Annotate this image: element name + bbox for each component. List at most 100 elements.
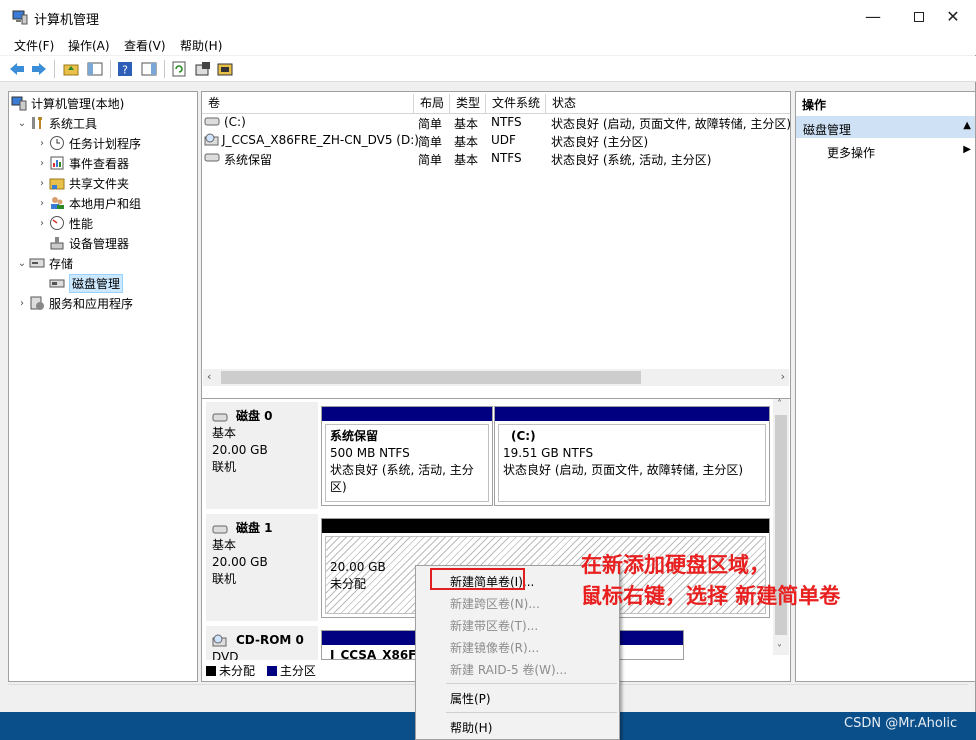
chevron-right-icon[interactable]: ›	[35, 198, 49, 209]
menu-file[interactable]: 文件(F)	[14, 37, 54, 54]
chevron-right-icon[interactable]: ›	[35, 218, 49, 229]
tree-item-shared-folders[interactable]: › 共享文件夹	[35, 174, 129, 192]
refresh-button[interactable]	[170, 60, 188, 78]
tree-item-disk-management[interactable]: 磁盘管理	[49, 273, 124, 293]
menu-item-properties[interactable]: 属性(P)	[450, 690, 491, 707]
primary-partition-bar	[495, 407, 769, 421]
table-row[interactable]: 系统保留 简单 基本 NTFS 状态良好 (系统, 活动, 主分区)	[202, 149, 790, 167]
disk-icon	[212, 413, 228, 421]
cdrom-label[interactable]: CD-ROM 0 DVD	[206, 626, 318, 660]
show-hide-tree-button[interactable]	[86, 60, 104, 78]
help-button[interactable]: ?	[116, 60, 134, 78]
console-tree: 计算机管理(本地) ⌄ 系统工具 › 任务计划程序 › 事件查看器 › 共享文件…	[8, 91, 198, 682]
toolbar: ?	[0, 56, 976, 82]
disk-icon	[212, 525, 228, 533]
folder-up-icon	[63, 64, 79, 76]
chevron-right-icon[interactable]: ›	[35, 138, 49, 149]
disk-management-icon	[49, 275, 65, 291]
more-actions[interactable]: 更多操作	[827, 144, 875, 161]
clock-icon	[49, 135, 65, 151]
unallocated-swatch	[206, 666, 216, 676]
console-tree-icon	[87, 62, 103, 76]
users-icon	[49, 195, 65, 211]
tree-item-services-apps[interactable]: › 服务和应用程序	[15, 294, 133, 312]
annotation-text: 在新添加硬盘区域， 鼠标右键，选择 新建简单卷	[581, 553, 841, 608]
computer-management-icon	[12, 10, 28, 25]
tools-icon	[29, 115, 45, 131]
menu-help[interactable]: 帮助(H)	[180, 37, 222, 54]
tree-item-local-users[interactable]: › 本地用户和组	[35, 194, 141, 212]
disk-view-button[interactable]	[216, 60, 234, 78]
col-header-filesystem[interactable]: 文件系统	[486, 94, 546, 114]
tree-item-event-viewer[interactable]: › 事件查看器	[35, 154, 129, 172]
submenu-arrow-icon: ▶	[963, 144, 971, 155]
dvd-icon	[212, 634, 227, 646]
computer-icon	[11, 95, 27, 111]
tree-item-task-scheduler[interactable]: › 任务计划程序	[35, 134, 141, 152]
drive-icon	[204, 115, 220, 130]
show-action-pane-button[interactable]	[140, 60, 158, 78]
scroll-down-icon[interactable]: ˅	[777, 644, 782, 655]
forward-button[interactable]	[30, 60, 48, 78]
up-folder-button[interactable]	[62, 60, 80, 78]
scroll-right-icon[interactable]: ›	[781, 370, 785, 383]
watermark: CSDN @Mr.Aholic	[844, 716, 958, 731]
col-header-type[interactable]: 类型	[450, 94, 486, 114]
actions-title: 操作	[802, 98, 827, 112]
tree-item-device-manager[interactable]: 设备管理器	[49, 234, 129, 252]
chevron-right-icon[interactable]: ›	[15, 298, 29, 309]
action-pane-icon	[141, 62, 157, 76]
table-row[interactable]: J_CCSA_X86FRE_ZH-CN_DV5 (D:) 简单 基本 UDF 状…	[202, 131, 790, 149]
highlight-box	[430, 568, 525, 590]
menu-action[interactable]: 操作(A)	[68, 37, 110, 54]
tree-item-performance[interactable]: › 性能	[35, 214, 93, 232]
chevron-right-icon[interactable]: ›	[35, 178, 49, 189]
menu-item-help[interactable]: 帮助(H)	[450, 719, 492, 736]
chevron-down-icon[interactable]: ⌄	[15, 118, 29, 129]
back-button[interactable]	[8, 60, 26, 78]
actions-section-disk-management[interactable]: 磁盘管理 ▲	[796, 116, 975, 138]
chevron-right-icon[interactable]: ›	[35, 158, 49, 169]
chevron-down-icon[interactable]: ⌄	[15, 258, 29, 269]
disk1-label[interactable]: 磁盘 1 基本 20.00 GB 联机	[206, 514, 318, 621]
help-icon: ?	[118, 62, 132, 77]
title-bar: 计算机管理 — ✕	[0, 0, 976, 33]
event-viewer-icon	[49, 155, 65, 171]
properties-button[interactable]	[194, 60, 212, 78]
close-button[interactable]: ✕	[930, 0, 976, 33]
col-header-layout[interactable]: 布局	[414, 94, 450, 114]
disk-icon	[217, 63, 233, 76]
back-arrow-icon	[10, 63, 24, 75]
partition-c[interactable]: (C:) 19.51 GB NTFS 状态良好 (启动, 页面文件, 故障转储,…	[494, 406, 770, 506]
scroll-left-icon[interactable]: ‹	[207, 370, 211, 383]
col-header-volume[interactable]: 卷	[202, 94, 414, 114]
minimize-icon: —	[865, 7, 881, 26]
vertical-scrollbar[interactable]: ˄ ˅	[773, 399, 789, 655]
menu-bar: 文件(F) 操作(A) 查看(V) 帮助(H)	[0, 33, 976, 55]
col-header-status[interactable]: 状态	[546, 94, 790, 114]
horizontal-scrollbar[interactable]: ‹ ›	[203, 369, 789, 386]
storage-icon	[29, 255, 45, 271]
close-icon: ✕	[946, 7, 960, 26]
device-manager-icon	[49, 235, 65, 251]
tree-item-storage[interactable]: ⌄ 存储	[15, 254, 73, 272]
minimize-button[interactable]: —	[850, 0, 896, 33]
menu-item-new-striped-volume: 新建带区卷(T)...	[450, 619, 539, 633]
unallocated-bar	[322, 519, 769, 533]
disk0-label[interactable]: 磁盘 0 基本 20.00 GB 联机	[206, 402, 318, 509]
tree-item-root[interactable]: 计算机管理(本地)	[11, 94, 124, 112]
tree-item-system-tools[interactable]: ⌄ 系统工具	[15, 114, 97, 132]
partition-system-reserved[interactable]: 系统保留 500 MB NTFS 状态良好 (系统, 活动, 主分区)	[321, 406, 493, 506]
scrollbar-thumb[interactable]	[221, 371, 641, 384]
menu-view[interactable]: 查看(V)	[124, 37, 166, 54]
svg-text:?: ?	[122, 64, 128, 77]
primary-swatch	[266, 666, 277, 676]
collapse-icon[interactable]: ▲	[963, 120, 971, 131]
table-row[interactable]: (C:) 简单 基本 NTFS 状态良好 (启动, 页面文件, 故障转储, 主分…	[202, 113, 791, 131]
menu-item-new-spanned-volume: 新建跨区卷(N)...	[450, 597, 540, 611]
maximize-icon	[914, 11, 924, 22]
scroll-up-icon[interactable]: ˄	[777, 399, 782, 410]
performance-icon	[49, 215, 65, 231]
window-title: 计算机管理	[34, 13, 100, 28]
shared-folder-icon	[49, 175, 65, 191]
